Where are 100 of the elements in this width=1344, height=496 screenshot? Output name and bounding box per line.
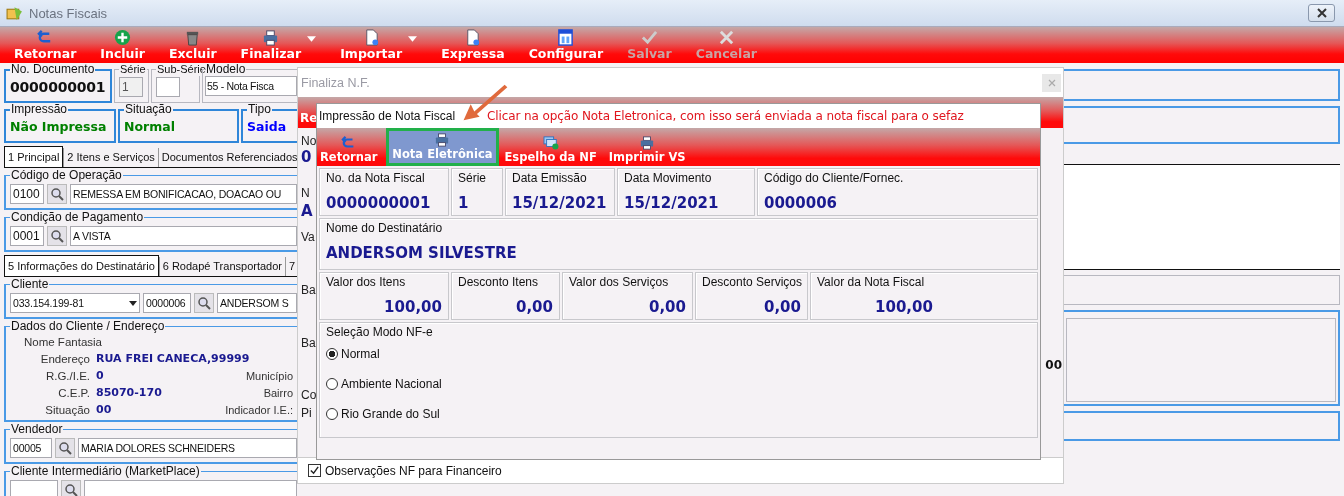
search-icon <box>197 296 211 310</box>
group-label: Dados do Cliente / Endereço <box>10 320 166 333</box>
status-value: Normal <box>124 119 175 134</box>
status-value: Não Impressa <box>10 119 107 134</box>
toolbar-button[interactable]: Expressa <box>433 27 513 63</box>
field-value: 0,00 <box>648 298 686 316</box>
printer-icon <box>262 29 280 46</box>
field-value: 100,00 <box>383 298 442 316</box>
code-field[interactable]: 0100 <box>10 184 44 204</box>
field-label: N <box>301 186 310 200</box>
toolbar-button[interactable]: Incluir <box>92 27 153 63</box>
toolbar-button[interactable]: Retornar <box>317 128 381 166</box>
field-label: Valor da Nota Fiscal <box>817 275 926 289</box>
radio-label: Normal <box>341 347 380 361</box>
code-field[interactable] <box>10 480 58 496</box>
field-label: Data Movimento <box>624 171 713 185</box>
field-label: Endereço <box>39 352 90 365</box>
dialog-title: Finaliza N.F. <box>300 75 370 90</box>
field-label: Pi <box>301 406 312 420</box>
description-field[interactable]: A VISTA <box>70 226 297 246</box>
field-label: No <box>301 134 317 148</box>
radio-label: Rio Grande do Sul <box>341 407 440 421</box>
name-field[interactable] <box>84 480 297 496</box>
name-field[interactable]: ANDERSOM S <box>217 293 297 313</box>
field-label: Va <box>301 230 315 244</box>
tab[interactable]: 5 Informações do Destinatário <box>4 255 159 276</box>
toolbar-button[interactable]: Espelho da NF <box>501 128 600 166</box>
field-label: Indicador I.E.: <box>224 403 293 416</box>
field-value: 0,00 <box>763 298 801 316</box>
caret-icon <box>129 300 137 306</box>
code-field[interactable]: 00005 <box>10 438 52 458</box>
field-label: Bairro <box>262 386 293 399</box>
field-label: A <box>301 202 313 220</box>
field-label: Valor dos Serviços <box>569 275 670 289</box>
serie-field[interactable]: 1 <box>119 77 143 97</box>
field-label: Desconto Serviços <box>702 275 801 289</box>
field-value: 15/12/2021 <box>512 194 608 212</box>
field-value: 15/12/2021 <box>624 194 720 212</box>
toolbar-button[interactable]: Importar <box>332 27 426 63</box>
search-icon <box>58 441 72 455</box>
description-field[interactable]: REMESSA EM BONIFICACAO, DOACAO OU <box>70 184 297 204</box>
toolbar-button[interactable]: Re <box>300 111 318 125</box>
status-value: Saida <box>247 119 287 134</box>
field-label: Data Emissão <box>512 171 588 185</box>
toolbar-button[interactable]: Configurar <box>520 27 612 63</box>
search-button[interactable] <box>194 293 214 313</box>
group-label: Código de Operação <box>10 169 123 182</box>
tab[interactable]: 2 Itens e Serviços <box>63 148 158 167</box>
search-icon <box>64 483 78 496</box>
toolbar-button[interactable]: Retornar <box>6 27 85 63</box>
code-field[interactable]: 0001 <box>10 226 44 246</box>
checkbox[interactable] <box>308 464 321 477</box>
window-title: Notas Fiscais <box>29 5 108 21</box>
radio-label: Ambiente Nacional <box>341 377 442 391</box>
name-field[interactable]: MARIA DOLORES SCHNEIDERS <box>78 438 297 458</box>
search-button[interactable] <box>61 480 81 496</box>
tab[interactable]: 6 Rodapé Transportador <box>158 257 285 276</box>
group-label: No. Documento <box>10 63 96 76</box>
toolbar-button[interactable]: Excluir <box>160 27 225 63</box>
group-label: Série <box>119 63 147 76</box>
close-button[interactable] <box>1308 4 1335 22</box>
field-label: Desconto Itens <box>458 275 540 289</box>
field-label: Município <box>244 369 293 382</box>
tab[interactable]: 1 Principal <box>4 146 64 167</box>
cross-icon <box>717 29 735 46</box>
radio-button[interactable] <box>326 378 338 390</box>
field-label: Co <box>301 388 317 402</box>
field-label: Nome Fantasia <box>23 335 102 348</box>
modelo-field[interactable]: 55 - Nota Fisca <box>205 76 297 96</box>
search-button[interactable] <box>47 226 67 246</box>
toolbar-button[interactable]: Imprimir VS <box>605 128 689 166</box>
toolbar-button[interactable]: Finalizar <box>232 27 325 63</box>
radio-button[interactable] <box>326 348 338 360</box>
field-label: Ba <box>301 336 316 350</box>
code-field[interactable]: 0000006 <box>143 293 191 313</box>
plus-icon <box>114 29 132 46</box>
group-label: Modelo <box>205 63 247 76</box>
field-value: 1 <box>458 194 470 212</box>
check-icon <box>640 29 658 46</box>
field-label: Série <box>458 171 487 185</box>
radio-button[interactable] <box>326 408 338 420</box>
search-button[interactable] <box>55 438 75 458</box>
field-value: ANDERSOM SILVESTRE <box>326 244 518 262</box>
field-value: 0 <box>96 369 104 382</box>
field-label: C.E.P. <box>57 386 90 399</box>
close-icon <box>1315 8 1328 18</box>
search-icon <box>50 187 64 201</box>
field-value: 85070-170 <box>96 386 162 399</box>
group-label: Cliente Intermediário (MarketPlace) <box>10 465 201 478</box>
group-label: Sub-Série <box>156 63 206 76</box>
windows-icon <box>542 136 559 150</box>
sub-serie-field[interactable] <box>156 77 180 97</box>
search-icon <box>50 229 64 243</box>
field-value: 00 <box>96 403 112 416</box>
search-button[interactable] <box>47 184 67 204</box>
field-label: R.G./I.E. <box>44 369 90 382</box>
field-value: 100,00 <box>874 298 934 316</box>
field-label: Seleção Modo NF-e <box>326 325 434 339</box>
document-combo[interactable]: 033.154.199-81 <box>10 293 140 313</box>
dialog-title: Impressão de Nota Fiscal <box>318 109 457 123</box>
